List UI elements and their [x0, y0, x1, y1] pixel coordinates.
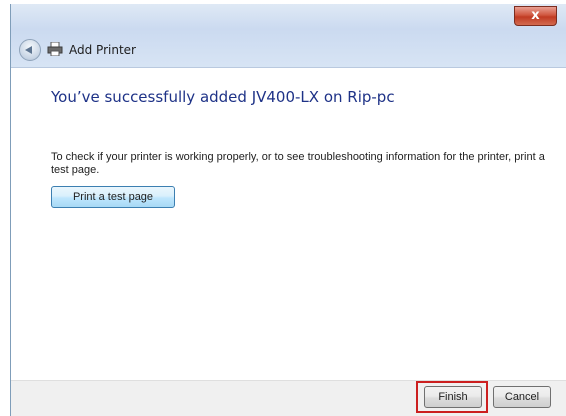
close-button[interactable]: x [514, 6, 557, 26]
title-bar: x Add Printer [11, 4, 566, 68]
add-printer-window: x Add Printer You’ve successfully added … [10, 4, 566, 416]
window-title: Add Printer [69, 43, 136, 57]
back-arrow-icon [25, 46, 32, 54]
close-icon: x [531, 8, 540, 23]
printer-icon [47, 41, 63, 57]
success-heading: You’ve successfully added JV400-LX on Ri… [51, 88, 395, 106]
test-page-description: To check if your printer is working prop… [51, 151, 545, 176]
finish-button[interactable]: Finish [424, 386, 482, 408]
cancel-button[interactable]: Cancel [493, 386, 551, 408]
print-test-page-button[interactable]: Print a test page [51, 186, 175, 208]
back-button[interactable] [19, 39, 41, 61]
